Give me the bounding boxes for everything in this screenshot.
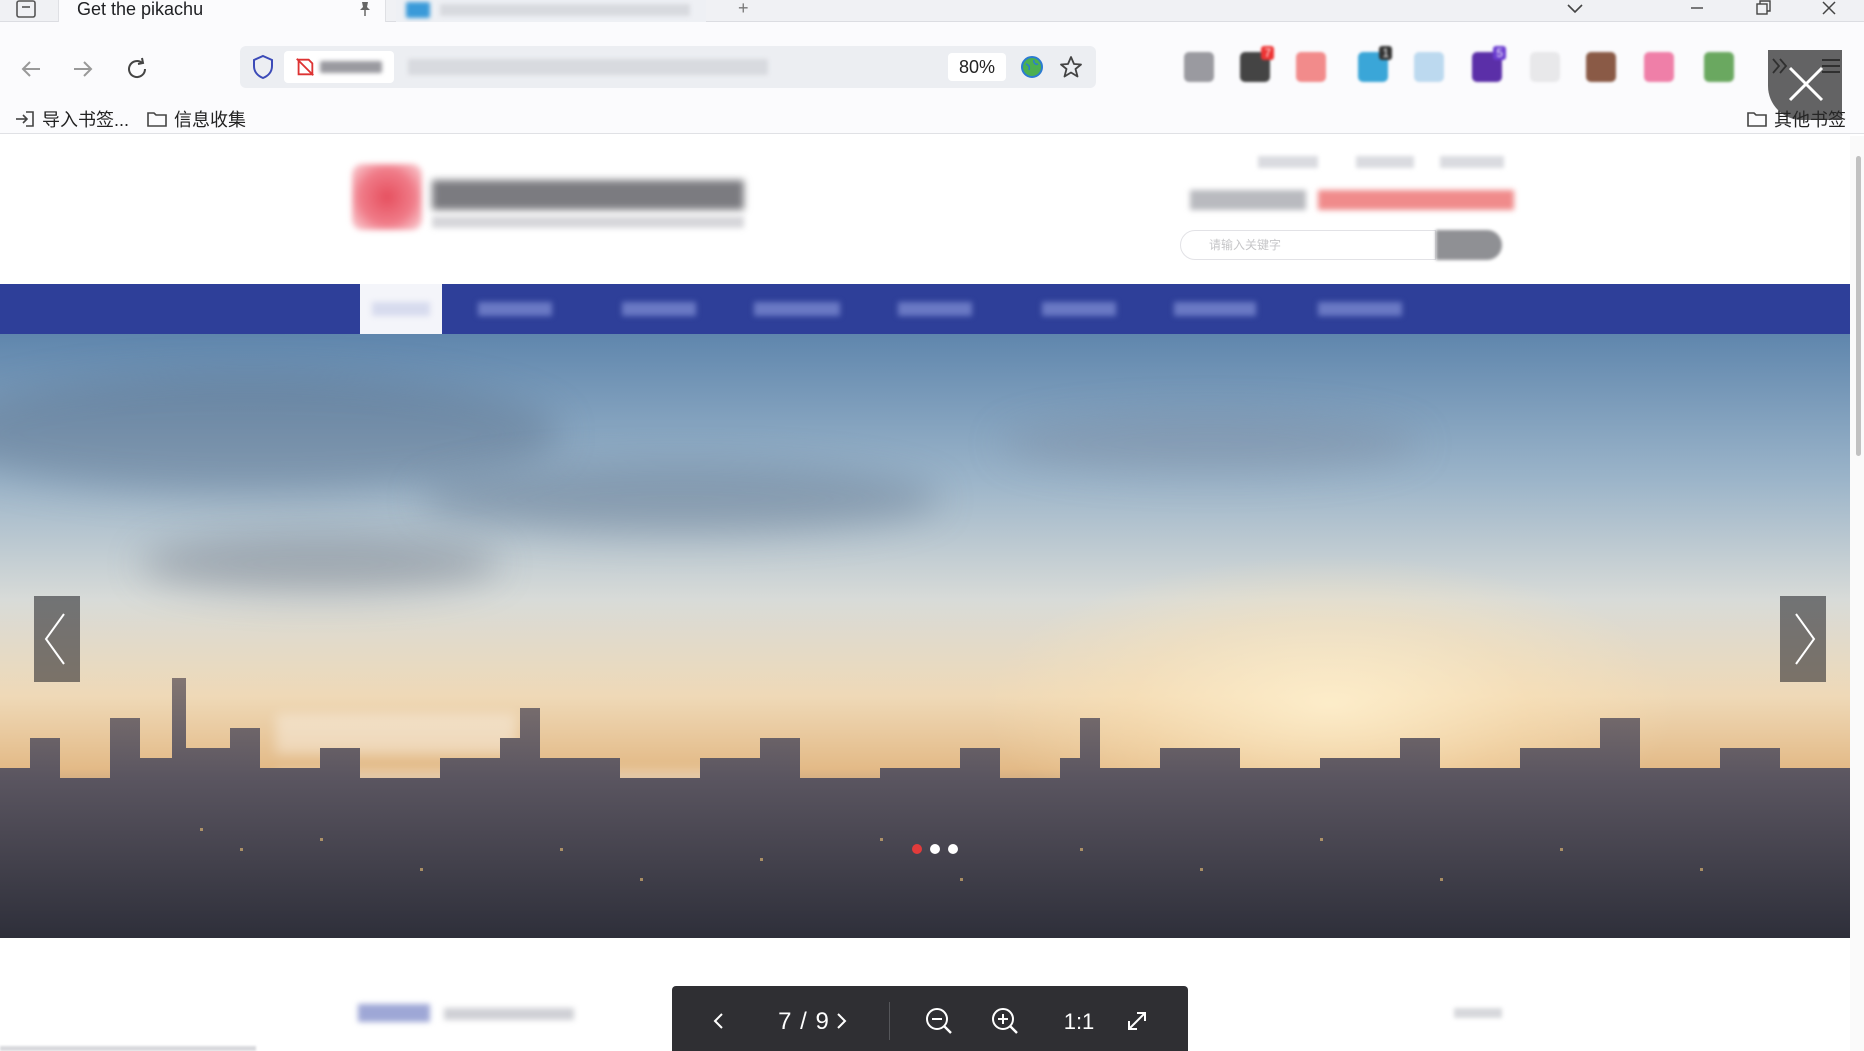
viewer-close-button[interactable]: [1768, 50, 1842, 120]
extension-icon[interactable]: 1: [1358, 46, 1392, 82]
company-subtitle: [432, 216, 744, 228]
company-name: [432, 180, 744, 210]
search-button[interactable]: [1436, 230, 1502, 260]
arrow-right-icon[interactable]: [66, 52, 100, 86]
tab-active[interactable]: Get the pikachu: [58, 0, 386, 22]
zoom-in-button[interactable]: [988, 1004, 1022, 1038]
tab-list-icon[interactable]: [14, 0, 38, 20]
extension-icon[interactable]: [1184, 52, 1214, 82]
chevron-left-icon: [44, 613, 65, 665]
slider-dot[interactable]: [948, 844, 958, 854]
header-link[interactable]: [1258, 156, 1318, 168]
extension-icon[interactable]: [1704, 52, 1734, 82]
search-input[interactable]: 请输入关键字: [1180, 230, 1436, 260]
extension-icon[interactable]: [1530, 52, 1560, 82]
toolbar-divider: [889, 1002, 890, 1040]
news-section-subtitle: [444, 1008, 574, 1020]
star-icon[interactable]: [1058, 54, 1084, 80]
folder-icon: [1747, 112, 1767, 127]
zoom-out-icon: [926, 1008, 952, 1034]
bookmark-folder-label: 信息收集: [174, 110, 246, 130]
tab-bar: Get the pikachu +: [0, 0, 1864, 22]
fullscreen-button[interactable]: [1120, 1004, 1154, 1038]
company-logo[interactable]: [352, 164, 422, 230]
url-text[interactable]: [408, 59, 768, 75]
news-section-title: [358, 1004, 430, 1022]
slider-next-button[interactable]: [1780, 596, 1826, 682]
slider-dots: [912, 844, 958, 854]
translate-icon[interactable]: [1020, 55, 1044, 79]
banner-cloud: [140, 534, 500, 594]
page-scrollbar[interactable]: [1850, 136, 1864, 1051]
nav-item[interactable]: [754, 284, 840, 334]
pin-icon[interactable]: [357, 1, 373, 17]
nav-item[interactable]: [1318, 284, 1402, 334]
import-icon: [16, 111, 34, 127]
nav-item[interactable]: [1042, 284, 1116, 334]
minimize-icon[interactable]: [1684, 0, 1710, 20]
tab-dropdown-icon[interactable]: [1562, 0, 1588, 20]
expand-icon: [1128, 1012, 1146, 1030]
viewer-next-button[interactable]: [824, 1004, 858, 1038]
tab-title: Get the pikachu: [77, 0, 204, 19]
extension-icon[interactable]: [1586, 52, 1616, 82]
hotline-label: [1190, 190, 1306, 210]
header-link[interactable]: [1440, 156, 1504, 168]
bookmarks-bar: 导入书签... 信息收集 其他书签: [0, 104, 1864, 134]
banner-cloud: [1000, 414, 1420, 474]
nav-item[interactable]: [478, 284, 552, 334]
hotline-number: [1318, 190, 1514, 210]
address-bar[interactable]: 80%: [240, 46, 1096, 88]
site-info-pill[interactable]: [284, 51, 394, 83]
extension-icon[interactable]: [1414, 52, 1444, 82]
actual-size-button[interactable]: 1:1: [1054, 1006, 1104, 1038]
reload-icon[interactable]: [120, 52, 154, 86]
shield-icon[interactable]: [250, 54, 276, 80]
header-link[interactable]: [1356, 156, 1414, 168]
extension-icon[interactable]: 5: [1472, 46, 1506, 82]
web-page: 请输入关键字: [0, 136, 1864, 1051]
viewer-toolbar: 7 / 9 1:1: [672, 986, 1188, 1051]
zoom-level[interactable]: 80%: [948, 53, 1006, 81]
banner-cloud: [0, 374, 560, 494]
extension-icon[interactable]: [1644, 52, 1674, 82]
nav-item[interactable]: [1174, 284, 1256, 334]
city-skyline: [0, 678, 1864, 938]
nav-item-home[interactable]: [360, 284, 442, 334]
nav-item[interactable]: [898, 284, 972, 334]
news-more-link[interactable]: [1454, 1008, 1502, 1018]
nav-item[interactable]: [622, 284, 696, 334]
chevron-right-icon: [1795, 613, 1816, 665]
insecure-icon: [296, 58, 314, 76]
tab-inactive[interactable]: [396, 0, 706, 22]
extension-icon[interactable]: [1296, 52, 1326, 82]
bookmark-import[interactable]: 导入书签...: [14, 106, 129, 132]
scrollbar-thumb[interactable]: [1856, 156, 1861, 456]
toolbar: 80% 7 1 5: [0, 22, 1864, 110]
chevron-right-icon: [837, 1013, 847, 1029]
viewer-prev-button[interactable]: [702, 1004, 736, 1038]
restore-icon[interactable]: [1750, 0, 1776, 20]
slider-prev-button[interactable]: [34, 596, 80, 682]
slider-dot[interactable]: [912, 844, 922, 854]
zoom-out-button[interactable]: [922, 1004, 956, 1038]
zoom-in-icon: [992, 1008, 1018, 1034]
main-navigation: [0, 284, 1864, 334]
new-tab-icon[interactable]: +: [738, 0, 758, 18]
chevron-left-icon: [713, 1013, 723, 1029]
close-icon: [1788, 66, 1824, 102]
bookmark-folder-info[interactable]: 信息收集: [146, 106, 246, 132]
status-bar-url: [0, 1046, 256, 1051]
slider-dot[interactable]: [930, 844, 940, 854]
banner-cloud: [420, 464, 940, 534]
folder-icon: [147, 112, 167, 127]
extension-icon[interactable]: 7: [1240, 46, 1274, 82]
bookmark-import-label: 导入书签...: [42, 110, 130, 130]
window-close-icon[interactable]: [1816, 0, 1842, 20]
arrow-left-icon[interactable]: [14, 52, 48, 86]
